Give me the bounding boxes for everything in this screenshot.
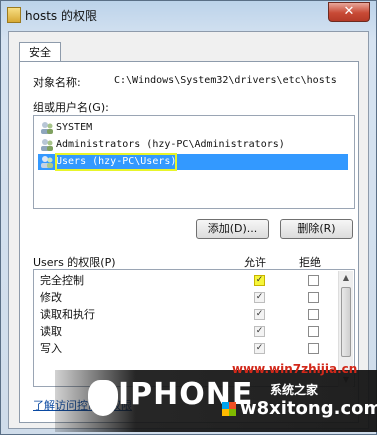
allow-checkbox[interactable]: ✓ xyxy=(254,309,265,320)
list-item[interactable]: SYSTEM xyxy=(38,120,348,136)
permission-row: 修改 ✓ xyxy=(40,289,340,306)
deny-checkbox[interactable] xyxy=(308,343,319,354)
deny-checkbox[interactable] xyxy=(308,309,319,320)
allow-checkbox[interactable]: ✓ xyxy=(254,326,265,337)
allow-column-header: 允许 xyxy=(244,256,266,269)
deny-checkbox[interactable] xyxy=(308,275,319,286)
permission-name: 修改 xyxy=(40,291,62,304)
list-item[interactable]: Administrators (hzy-PC\Administrators) xyxy=(38,137,348,153)
user-group-icon xyxy=(41,139,53,151)
remove-button[interactable]: 删除(R) xyxy=(280,219,353,239)
deny-checkbox[interactable] xyxy=(308,292,319,303)
groups-label: 组或用户名(G): xyxy=(33,101,109,114)
allow-checkbox[interactable]: ✓ xyxy=(254,343,265,354)
user-group-icon xyxy=(41,122,53,134)
scroll-thumb[interactable] xyxy=(341,287,351,357)
permission-row: 写入 ✓ xyxy=(40,340,340,357)
permission-name: 读取 xyxy=(40,325,62,338)
windows-logo-icon xyxy=(222,402,236,416)
permission-row: 读取 ✓ xyxy=(40,323,340,340)
scroll-up-arrow-icon[interactable]: ▲ xyxy=(339,271,353,285)
apple-logo-icon xyxy=(88,380,118,416)
folder-icon xyxy=(7,7,21,23)
permissions-label: Users 的权限(P) xyxy=(33,256,116,269)
groups-listbox[interactable]: SYSTEM Administrators (hzy-PC\Administra… xyxy=(33,115,355,209)
window-title: hosts 的权限 xyxy=(25,9,97,23)
list-item-label: Administrators (hzy-PC\Administrators) xyxy=(56,139,285,150)
deny-checkbox[interactable] xyxy=(308,326,319,337)
list-item-label: SYSTEM xyxy=(56,122,93,133)
permission-name: 读取和执行 xyxy=(40,308,95,321)
close-button[interactable]: ✕ xyxy=(328,2,370,22)
tab-security[interactable]: 安全 xyxy=(19,42,61,63)
permission-name: 完全控制 xyxy=(40,274,84,287)
watermark-subtitle: 系统之家 xyxy=(270,383,319,397)
user-group-icon xyxy=(41,156,53,168)
list-item-label: Users (hzy-PC\Users) xyxy=(54,153,178,171)
deny-column-header: 拒绝 xyxy=(299,256,321,269)
watermark-site-1: www.win7zhijia.cn xyxy=(232,362,358,376)
allow-checkbox[interactable]: ✓ xyxy=(254,275,265,286)
permission-row: 读取和执行 ✓ xyxy=(40,306,340,323)
permission-name: 写入 xyxy=(40,342,62,355)
permission-row: 完全控制 ✓ xyxy=(40,272,340,289)
title-bar[interactable]: hosts 的权限 ✕ xyxy=(1,1,376,29)
object-name-label: 对象名称: xyxy=(33,76,81,89)
watermark-site-2: w8xitong.com xyxy=(240,398,377,419)
list-item-selected[interactable]: Users (hzy-PC\Users) xyxy=(38,153,348,171)
object-name-value: C:\Windows\System32\drivers\etc\hosts xyxy=(114,75,337,86)
allow-checkbox[interactable]: ✓ xyxy=(254,292,265,303)
add-button[interactable]: 添加(D)... xyxy=(196,219,269,239)
